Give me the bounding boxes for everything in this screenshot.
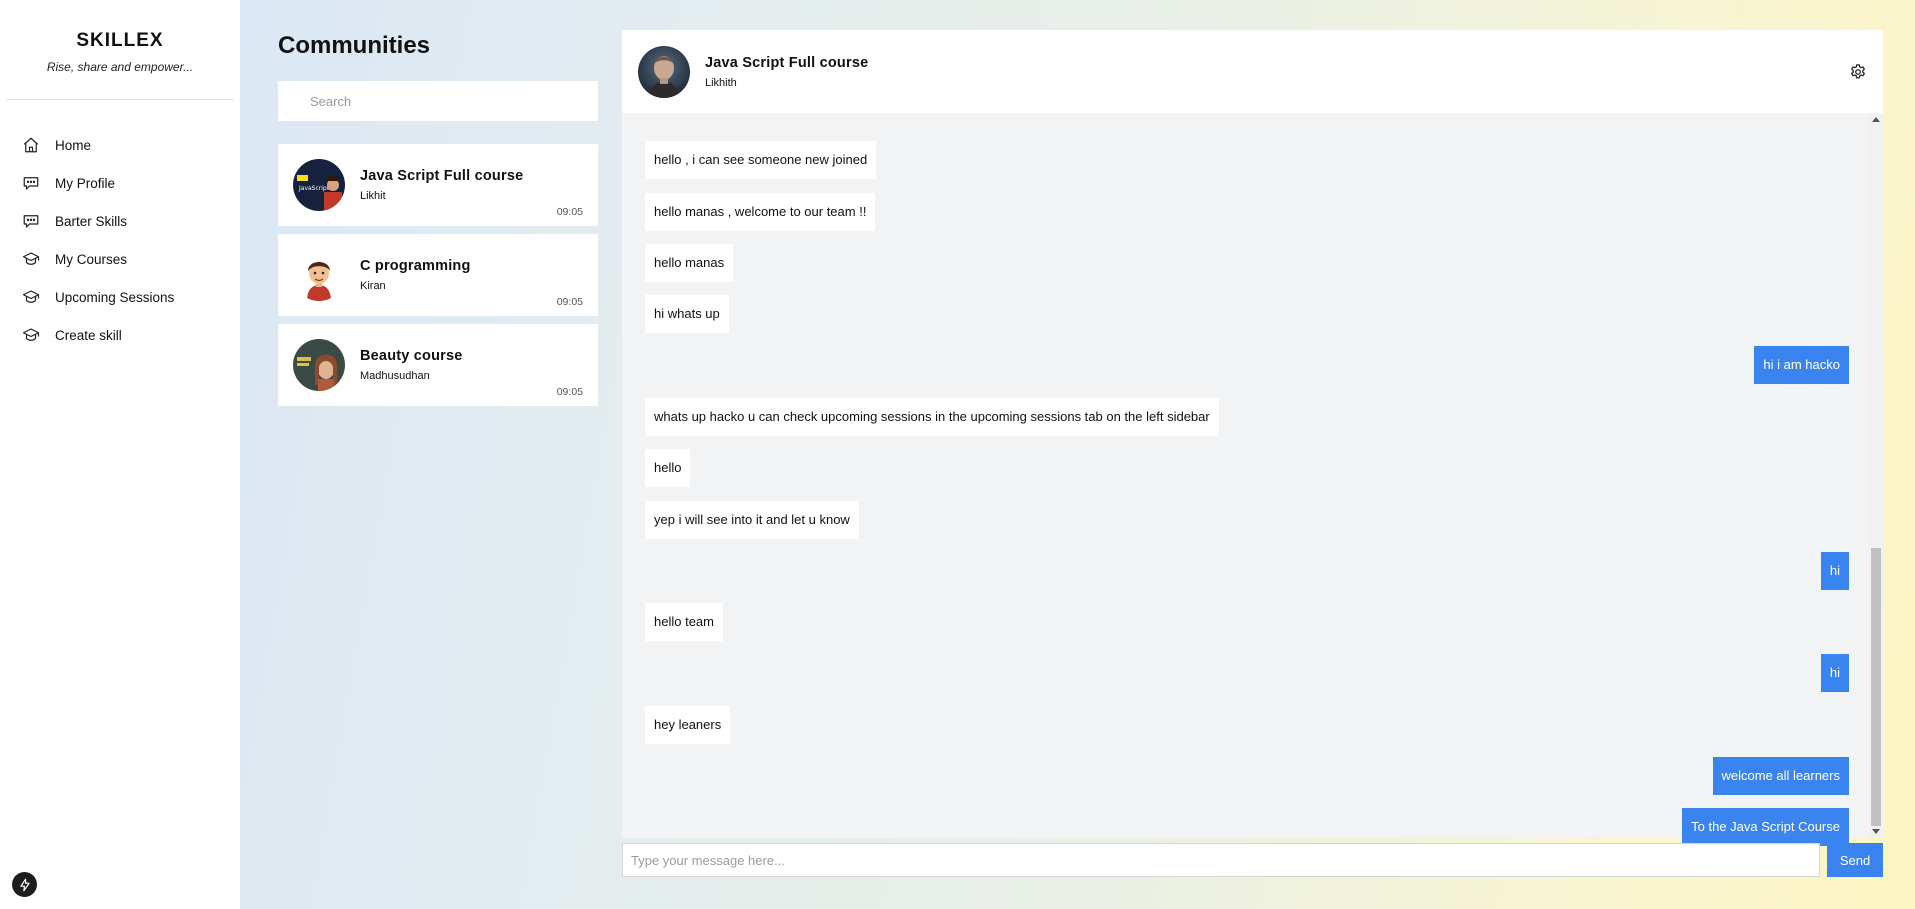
message-incoming: hey leaners	[645, 706, 731, 744]
message-list: hello , i can see someone new joined hel…	[622, 113, 1869, 846]
community-name: C programming	[360, 258, 471, 274]
scroll-down-arrow-icon[interactable]	[1872, 829, 1880, 834]
community-time: 09:05	[556, 386, 583, 398]
sidebar: SKILLEX Rise, share and empower... Home …	[0, 0, 240, 909]
message-scrollbar[interactable]	[1869, 113, 1883, 838]
search-input[interactable]	[278, 81, 598, 121]
sidebar-item-label: Upcoming Sessions	[55, 289, 175, 305]
message-composer: Send	[622, 843, 1883, 877]
message-incoming: hello manas	[645, 244, 734, 282]
community-avatar: JavaScript	[293, 159, 345, 211]
message-outgoing: hi	[1820, 552, 1849, 590]
brand-tagline: Rise, share and empower...	[46, 60, 194, 74]
sidebar-divider	[6, 99, 234, 100]
community-avatar	[293, 249, 345, 301]
community-time: 09:05	[556, 206, 583, 218]
sidebar-nav: Home My Profile Barter Skills My Courses…	[0, 126, 240, 354]
message-outgoing: hi i am hacko	[1754, 346, 1849, 384]
chat-subtitle: Likhith	[705, 76, 737, 89]
message-incoming: yep i will see into it and let u know	[645, 501, 859, 539]
message-incoming: hello	[645, 449, 691, 487]
scrollbar-thumb[interactable]	[1871, 548, 1881, 826]
community-name: Java Script Full course	[360, 168, 524, 184]
message-outgoing: welcome all learners	[1712, 757, 1849, 795]
sidebar-item-create-skill[interactable]: Create skill	[0, 316, 240, 354]
message-incoming: hi whats up	[645, 295, 729, 333]
chat-title: Java Script Full course	[705, 54, 869, 71]
sidebar-item-home[interactable]: Home	[0, 126, 240, 164]
brand-title: SKILLEX	[76, 30, 164, 51]
brand: SKILLEX Rise, share and empower...	[0, 0, 240, 74]
community-owner: Likhit	[360, 190, 386, 202]
sidebar-item-label: My Courses	[55, 251, 128, 267]
sidebar-item-my-courses[interactable]: My Courses	[0, 240, 240, 278]
community-owner: Madhusudhan	[360, 370, 430, 382]
sidebar-item-my-profile[interactable]: My Profile	[0, 164, 240, 202]
community-item[interactable]: C programming Kiran 09:05	[278, 234, 598, 316]
sidebar-item-label: My Profile	[55, 175, 116, 191]
home-icon	[23, 137, 39, 153]
message-input[interactable]	[622, 843, 1820, 877]
message-outgoing: To the Java Script Course	[1682, 808, 1849, 846]
graduation-cap-icon	[22, 252, 40, 265]
community-item[interactable]: Beauty course Madhusudhan 09:05	[278, 324, 598, 406]
chat-panel: Java Script Full course Likhith hello , …	[622, 30, 1883, 846]
community-name: Beauty course	[360, 348, 463, 364]
chat-header: Java Script Full course Likhith	[622, 30, 1883, 113]
sidebar-item-upcoming-sessions[interactable]: Upcoming Sessions	[0, 278, 240, 316]
message-incoming: hello team	[645, 603, 723, 641]
community-list: JavaScript Java Script Full course Likhi…	[278, 144, 598, 414]
chat-avatar	[638, 45, 690, 98]
community-avatar	[293, 339, 345, 391]
sidebar-item-label: Create skill	[55, 327, 122, 343]
page-title: Communities	[278, 32, 431, 59]
message-outgoing: hi	[1820, 654, 1849, 692]
sidebar-item-label: Home	[55, 137, 92, 153]
graduation-cap-icon	[22, 328, 40, 341]
message-incoming: hello manas , welcome to our team !!	[645, 193, 876, 231]
bolt-icon[interactable]	[12, 872, 37, 897]
scroll-up-arrow-icon[interactable]	[1872, 117, 1880, 122]
community-item[interactable]: JavaScript Java Script Full course Likhi…	[278, 144, 598, 226]
community-time: 09:05	[556, 296, 583, 308]
svg-text:JavaScript: JavaScript	[298, 185, 330, 192]
graduation-cap-icon	[22, 290, 40, 303]
gear-icon[interactable]	[1849, 63, 1867, 81]
chat-bubble-icon	[23, 177, 39, 190]
sidebar-item-barter-skills[interactable]: Barter Skills	[0, 202, 240, 240]
chat-bubble-icon	[23, 215, 39, 228]
community-owner: Kiran	[360, 280, 386, 292]
sidebar-item-label: Barter Skills	[55, 213, 128, 229]
send-button[interactable]: Send	[1827, 843, 1883, 877]
message-incoming: hello , i can see someone new joined	[645, 141, 877, 179]
message-incoming: whats up hacko u can check upcoming sess…	[645, 398, 1219, 436]
